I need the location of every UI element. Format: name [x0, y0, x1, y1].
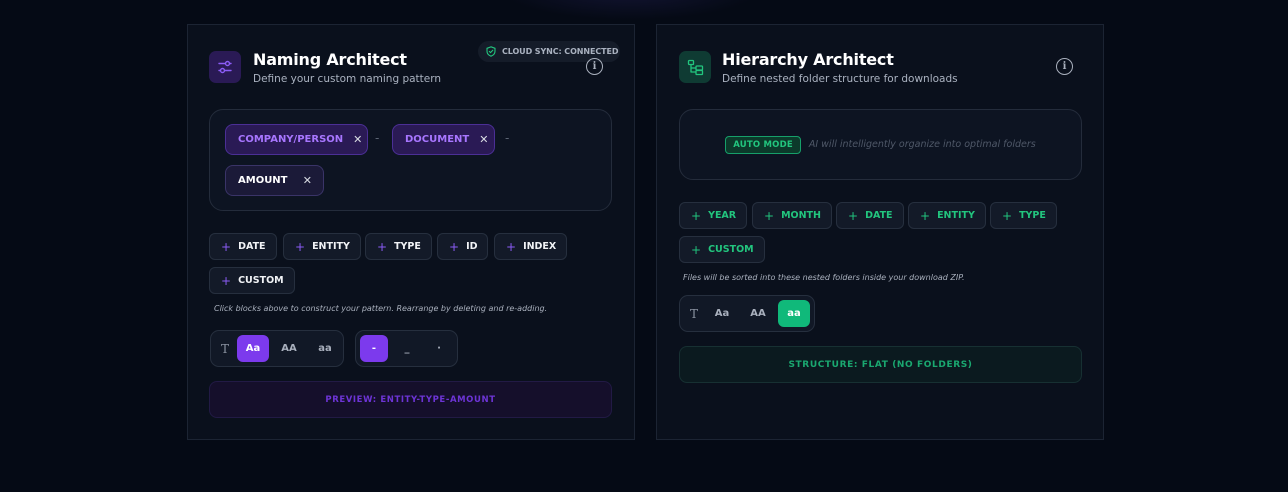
- token-label: DOCUMENT: [405, 134, 470, 145]
- token-company-person[interactable]: COMPANY/PERSON ✕: [225, 124, 368, 155]
- add-entity-folder[interactable]: + ENTITY: [908, 202, 986, 229]
- hierarchy-hint: Files will be sorted into these nested f…: [683, 273, 965, 282]
- auto-mode-badge[interactable]: AUTO MODE: [725, 135, 801, 154]
- naming-preview: PREVIEW: ENTITY-TYPE-AMOUNT: [209, 381, 612, 418]
- add-custom-block[interactable]: + CUSTOM: [209, 267, 295, 294]
- plus-icon: +: [295, 239, 306, 254]
- token-amount[interactable]: AMOUNT ✕: [225, 165, 324, 196]
- separator-option-underscore[interactable]: _: [393, 335, 421, 362]
- folder-tree-icon: [679, 51, 711, 83]
- case-selector: T Aa AA aa: [210, 330, 344, 367]
- naming-title: Naming Architect: [253, 50, 407, 69]
- block-label: MONTH: [781, 210, 821, 221]
- block-label: CUSTOM: [708, 244, 754, 255]
- hierarchy-title: Hierarchy Architect: [722, 50, 894, 69]
- close-icon[interactable]: ✕: [353, 133, 362, 146]
- plus-icon: +: [506, 239, 517, 254]
- structure-preview: STRUCTURE: FLAT (NO FOLDERS): [679, 346, 1082, 383]
- plus-icon: +: [764, 208, 775, 223]
- info-icon[interactable]: i: [586, 58, 603, 75]
- case-option-lower[interactable]: aa: [778, 300, 810, 327]
- close-icon[interactable]: ✕: [303, 174, 312, 187]
- token-label: AMOUNT: [238, 175, 288, 186]
- naming-subtitle: Define your custom naming pattern: [253, 73, 442, 85]
- block-label: DATE: [238, 241, 266, 252]
- add-index-block[interactable]: + INDEX: [494, 233, 568, 260]
- close-icon[interactable]: ✕: [479, 133, 488, 146]
- plus-icon: +: [449, 239, 460, 254]
- add-month-folder[interactable]: + MONTH: [752, 202, 832, 229]
- block-label: ENTITY: [937, 210, 975, 221]
- add-custom-folder[interactable]: + CUSTOM: [679, 236, 765, 263]
- pattern-builder: COMPANY/PERSON ✕ - DOCUMENT ✕ - AMOUNT ✕: [209, 109, 612, 211]
- block-label: ID: [466, 241, 478, 252]
- top-glow: [500, 0, 760, 20]
- add-type-folder[interactable]: + TYPE: [990, 202, 1057, 229]
- naming-hint: Click blocks above to construct your pat…: [214, 304, 548, 313]
- block-label: ENTITY: [312, 241, 350, 252]
- hierarchy-subtitle: Define nested folder structure for downl…: [722, 73, 958, 85]
- plus-icon: +: [920, 208, 931, 223]
- case-option-t[interactable]: T: [215, 335, 235, 362]
- plus-icon: +: [691, 208, 702, 223]
- case-option-t[interactable]: T: [684, 300, 704, 327]
- separator-selector: - _ ·: [355, 330, 458, 367]
- block-label: TYPE: [1019, 210, 1046, 221]
- block-label: INDEX: [523, 241, 557, 252]
- separator-option-dot[interactable]: ·: [425, 335, 453, 362]
- info-icon[interactable]: i: [1056, 58, 1073, 75]
- plus-icon: +: [221, 273, 232, 288]
- separator-dash: -: [375, 131, 380, 145]
- block-label: TYPE: [394, 241, 421, 252]
- token-label: COMPANY/PERSON: [238, 134, 344, 145]
- add-type-block[interactable]: + TYPE: [365, 233, 432, 260]
- plus-icon: +: [377, 239, 388, 254]
- add-entity-block[interactable]: + ENTITY: [283, 233, 361, 260]
- separator-option-dash[interactable]: -: [360, 335, 388, 362]
- plus-icon: +: [848, 208, 859, 223]
- block-label: YEAR: [708, 210, 737, 221]
- shield-check-icon: [486, 42, 496, 61]
- case-option-upper[interactable]: AA: [742, 300, 774, 327]
- sync-status-text: CLOUD SYNC: CONNECTED: [502, 47, 619, 56]
- separator-dash: -: [505, 131, 510, 145]
- sliders-icon: [209, 51, 241, 83]
- case-option-upper[interactable]: AA: [273, 335, 305, 362]
- block-label: CUSTOM: [238, 275, 284, 286]
- naming-architect-panel: Naming Architect Define your custom nami…: [187, 24, 635, 440]
- token-document[interactable]: DOCUMENT ✕: [392, 124, 495, 155]
- add-date-folder[interactable]: + DATE: [836, 202, 904, 229]
- auto-mode-box: AUTO MODE AI will intelligently organize…: [679, 109, 1082, 180]
- folder-case-selector: T Aa AA aa: [679, 295, 815, 332]
- case-option-title[interactable]: Aa: [237, 335, 269, 362]
- plus-icon: +: [221, 239, 232, 254]
- case-option-lower[interactable]: aa: [309, 335, 341, 362]
- plus-icon: +: [1002, 208, 1013, 223]
- block-label: DATE: [865, 210, 893, 221]
- case-option-title[interactable]: Aa: [706, 300, 738, 327]
- add-id-block[interactable]: + ID: [437, 233, 489, 260]
- add-year-folder[interactable]: + YEAR: [679, 202, 748, 229]
- hierarchy-architect-panel: Hierarchy Architect Define nested folder…: [656, 24, 1104, 440]
- auto-mode-text: AI will intelligently organize into opti…: [808, 139, 1036, 150]
- plus-icon: +: [691, 242, 702, 257]
- add-date-block[interactable]: + DATE: [209, 233, 277, 260]
